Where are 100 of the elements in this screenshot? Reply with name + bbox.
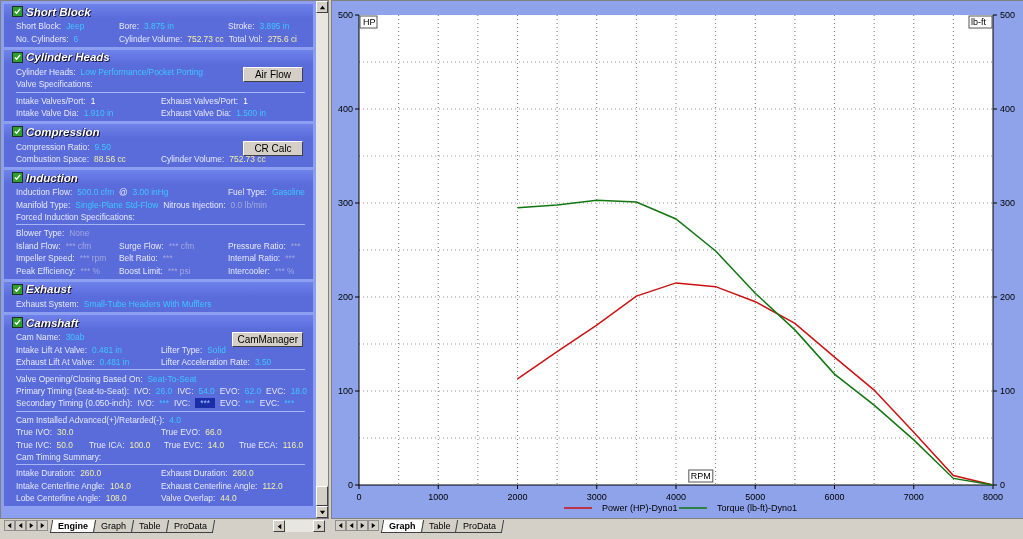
field-value[interactable]: Solid <box>207 344 226 355</box>
field-label: Bore: <box>119 21 140 32</box>
checkbox[interactable] <box>12 317 23 329</box>
field-value[interactable]: Low Performance/Pocket Porting <box>80 66 204 77</box>
field-value[interactable]: 500.0 cfm <box>77 187 115 198</box>
section-title: Camshaft <box>26 316 79 329</box>
tab[interactable]: Graph <box>380 520 424 533</box>
x-tick-label: 4000 <box>666 492 686 502</box>
section-button[interactable]: CR Calc <box>243 141 303 157</box>
field-value[interactable]: 18.0 <box>290 386 307 396</box>
field-label: Cam Installed Advanced(+)/Retarded(-): <box>16 414 165 425</box>
field-label: Exhaust Valve Dia: <box>161 108 232 119</box>
field-value[interactable]: 0.481 in <box>99 357 130 368</box>
field-value: 108.0 <box>105 493 127 504</box>
checkbox[interactable] <box>12 6 23 17</box>
tab-nav-button[interactable] <box>4 520 15 531</box>
y-tick-label: 400 <box>1000 104 1016 114</box>
field-value[interactable]: Seat-To-Seat <box>147 373 197 384</box>
field-value: *** <box>162 253 173 264</box>
field-label: Exhaust Valves/Port: <box>161 95 239 106</box>
field-value[interactable]: 1.500 in <box>236 108 266 119</box>
field-value[interactable]: Jeep <box>66 21 85 32</box>
y-tick-label: 500 <box>1000 10 1016 20</box>
y-axis-title: HP <box>363 17 376 27</box>
field-label: Intake Valves/Port: <box>16 95 86 106</box>
field-value: 260.0 <box>232 468 254 479</box>
field-value[interactable]: 54.0 <box>198 386 215 396</box>
y-tick-label: 300 <box>1000 198 1016 208</box>
field-label: Lifter Acceleration Rate: <box>161 357 250 368</box>
section-button[interactable]: CamManager <box>232 332 303 348</box>
field-value[interactable]: 26.0 <box>155 386 173 396</box>
field-label: Belt Ratio: <box>119 253 158 264</box>
tab-nav-button[interactable] <box>346 520 357 531</box>
field-value: 752.73 cc <box>187 33 224 44</box>
field-value[interactable]: *** <box>284 398 295 409</box>
field-value[interactable]: 3.00 inHg <box>132 187 169 198</box>
field-value: *** <box>285 253 295 264</box>
checkmark-icon <box>14 8 21 15</box>
field-value: 1 <box>90 95 96 106</box>
field-label: IVC: <box>173 398 191 409</box>
section-button[interactable]: Air Flow <box>243 66 303 82</box>
field-value[interactable]: *** <box>159 398 169 409</box>
tab[interactable]: Graph <box>92 520 135 533</box>
checkbox[interactable] <box>12 172 23 184</box>
tab[interactable]: Engine <box>49 520 97 533</box>
field-value[interactable]: Gasoline <box>271 187 305 198</box>
field-value[interactable]: 0.481 in <box>92 344 122 355</box>
tab[interactable]: Table <box>130 520 169 533</box>
tab[interactable]: ProData <box>165 520 215 533</box>
field-label: True ECA: <box>239 439 278 450</box>
tab[interactable]: ProData <box>454 520 505 533</box>
field-label: IVC: <box>177 386 194 396</box>
field-value[interactable]: Small-Tube Headers With Mufflers <box>83 299 212 310</box>
field-label: No. Cylinders: <box>16 33 69 44</box>
tab-nav-button[interactable] <box>335 520 346 531</box>
field-value[interactable]: 4.0 <box>169 414 181 425</box>
field-value[interactable]: 3.50 <box>254 357 272 368</box>
y-tick-label: 200 <box>337 292 353 302</box>
checkbox[interactable] <box>12 126 23 138</box>
tab-nav-button[interactable] <box>15 520 26 531</box>
field-label: Secondary Timing (0.050-inch): <box>16 398 133 409</box>
field-value[interactable]: 62.0 <box>244 386 262 396</box>
axis-label: HP <box>359 15 378 29</box>
field-label: @ <box>119 187 128 198</box>
tab-nav-button[interactable] <box>357 520 368 531</box>
field-value: None <box>69 228 90 239</box>
scrollbar-thumb[interactable] <box>316 486 328 506</box>
section-title: Exhaust <box>26 283 71 296</box>
field-value: 104.0 <box>109 480 131 491</box>
field-value[interactable]: 6 <box>73 33 79 44</box>
horizontal-scrollbar[interactable] <box>273 520 325 532</box>
checkbox[interactable] <box>12 283 23 295</box>
field-value[interactable]: 30ab <box>65 332 85 343</box>
field-label: Pressure Ratio: <box>228 240 286 251</box>
field-value[interactable]: 3.875 in <box>144 21 174 32</box>
field-value[interactable]: Single-Plane Std-Flow <box>75 199 159 210</box>
y-tick-label: 0 <box>348 480 353 490</box>
tab-nav-button[interactable] <box>37 520 48 531</box>
field-label: Blower Type: <box>16 228 65 239</box>
field-value: *** % <box>80 265 100 276</box>
field-value[interactable]: *** <box>245 398 255 409</box>
y-tick-label: 400 <box>337 104 353 114</box>
tab-nav-button[interactable] <box>26 520 37 531</box>
vertical-scrollbar[interactable] <box>316 1 328 518</box>
field-label: EVO: <box>220 398 240 409</box>
legend-label: Power (HP)-Dyno1 <box>602 503 678 513</box>
field-value[interactable]: *** <box>195 398 215 409</box>
checkbox[interactable] <box>12 51 23 63</box>
field-label: Exhaust Lift At Valve: <box>16 357 95 368</box>
y-tick-label: 0 <box>1000 480 1005 490</box>
field-label: Valve Overlap: <box>161 493 216 504</box>
field-value[interactable]: 1.910 in <box>83 108 114 119</box>
field-value: 30.0 <box>57 427 74 438</box>
field-value: 1 <box>243 95 248 106</box>
field-label: True IVO: <box>16 427 52 438</box>
field-label: True EVO: <box>161 427 201 438</box>
field-value[interactable]: 9.50 <box>94 141 111 152</box>
tab-nav-button[interactable] <box>368 520 379 531</box>
field-value[interactable]: 3.895 in <box>259 21 290 32</box>
field-label: Lobe Centerline Angle: <box>16 493 101 504</box>
